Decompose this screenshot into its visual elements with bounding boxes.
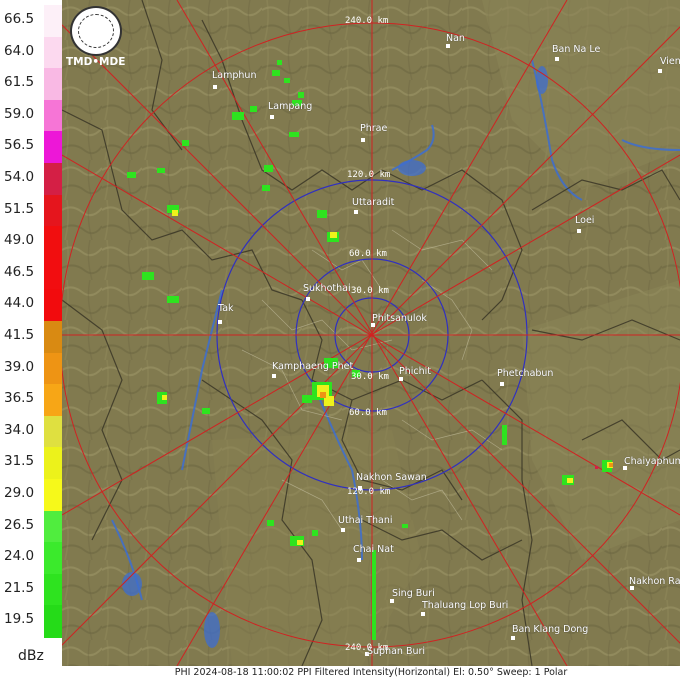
legend-label: 29.0 xyxy=(4,485,35,501)
legend-swatch xyxy=(44,289,62,322)
legend-label: 41.5 xyxy=(4,327,35,343)
legend-label: 39.0 xyxy=(4,358,35,375)
legend-swatch xyxy=(44,99,62,132)
legend-label: 59.0 xyxy=(4,105,35,122)
legend-label: 51.5 xyxy=(4,200,35,217)
ring-label-60-north: 60.0 km xyxy=(349,249,387,259)
city-thaluang-lop-buri: Thaluang Lop Buri xyxy=(422,600,509,611)
radar-map-graphics xyxy=(62,0,680,666)
ring-label-30-north: 30.0 km xyxy=(351,286,389,296)
legend-label: 56.5 xyxy=(4,137,35,154)
legend-swatch xyxy=(44,68,62,101)
legend-unit: dBz xyxy=(18,648,44,664)
city-vien: Vien xyxy=(660,56,680,67)
legend-swatch xyxy=(44,163,62,196)
legend-label: 44.0 xyxy=(4,295,35,312)
legend-swatch xyxy=(44,447,62,480)
legend-swatch xyxy=(44,542,62,575)
legend-label: 24.0 xyxy=(4,548,35,565)
city-nan: Nan xyxy=(446,33,465,44)
legend-label: 26.5 xyxy=(4,516,35,533)
city-suphan-buri: Suphan Buri xyxy=(367,646,426,657)
logo-caption: TMD•MDE xyxy=(66,56,126,68)
ring-label-120-north: 120.0 km xyxy=(347,170,391,180)
legend-label: 64.0 xyxy=(4,42,35,59)
city-phetchabun: Phetchabun xyxy=(497,368,554,379)
city-lampang: Lampang xyxy=(268,101,313,112)
city-loei: Loei xyxy=(575,215,595,226)
legend-swatch xyxy=(44,573,62,606)
legend-swatch xyxy=(44,415,62,448)
radar-map[interactable]: TMD•MDE 240.0 km 120.0 km 60.0 km 30.0 k… xyxy=(62,0,680,666)
city-chai-nat: Chai Nat xyxy=(353,544,394,555)
legend-swatch xyxy=(44,321,62,354)
legend-label: 46.5 xyxy=(4,263,35,280)
city-kamphaeng-phet: Kamphaeng Phet xyxy=(272,361,354,372)
city-lamphun: Lamphun xyxy=(212,70,257,81)
city-ban-klang-dong: Ban Klang Dong xyxy=(512,624,589,635)
legend-swatch xyxy=(44,479,62,512)
legend-label: 31.5 xyxy=(4,453,35,470)
city-phitsanulok: Phitsanulok xyxy=(372,313,427,324)
city-uthai-thani: Uthai Thani xyxy=(338,515,393,526)
legend-swatch xyxy=(44,5,62,38)
status-bar: PHI 2024-08-18 11:00:02 PPI Filtered Int… xyxy=(62,666,680,680)
city-sing-buri: Sing Buri xyxy=(392,588,435,599)
legend-swatch xyxy=(44,194,62,227)
legend-label: 21.5 xyxy=(4,579,35,596)
ring-label-60-south: 60.0 km xyxy=(349,408,387,418)
legend-swatch xyxy=(44,352,62,385)
legend-label: 54.0 xyxy=(4,169,35,185)
city-nakhon-sawan: Nakhon Sawan xyxy=(356,472,427,483)
legend-label: 36.5 xyxy=(4,390,35,407)
city-phrae: Phrae xyxy=(360,123,388,134)
legend-label: 66.5 xyxy=(4,11,35,27)
legend-swatch xyxy=(44,510,62,543)
legend-swatch xyxy=(44,257,62,290)
dbz-legend: 66.5 64.0 61.5 59.0 56.5 54.0 51.5 49.0 46.5 44.0… xyxy=(0,0,62,680)
city-chaiyaphum: Chaiyaphum xyxy=(624,456,680,467)
city-ban-na-le: Ban Na Le xyxy=(552,44,601,55)
city-tak: Tak xyxy=(218,303,234,314)
legend-label: 61.5 xyxy=(4,74,35,91)
legend-swatch xyxy=(44,131,62,164)
legend-swatch xyxy=(44,36,62,69)
legend-label: 19.5 xyxy=(4,611,35,628)
legend-swatch xyxy=(44,226,62,259)
ring-label-240-north: 240.0 km xyxy=(345,16,389,26)
city-phichit: Phichit xyxy=(399,366,431,377)
ring-label-30-south: 30.0 km xyxy=(351,372,389,382)
city-sukhothai: Sukhothai xyxy=(303,283,351,294)
tmd-logo xyxy=(70,6,122,56)
legend-label: 49.0 xyxy=(4,232,35,249)
legend-label: 34.0 xyxy=(4,421,35,438)
legend-swatch xyxy=(44,605,62,638)
city-uttaradit: Uttaradit xyxy=(352,197,395,208)
legend-swatch xyxy=(44,384,62,417)
ring-label-120-south: 120.0 km xyxy=(347,487,391,497)
city-nakhon-ra: Nakhon Ra xyxy=(629,576,680,587)
